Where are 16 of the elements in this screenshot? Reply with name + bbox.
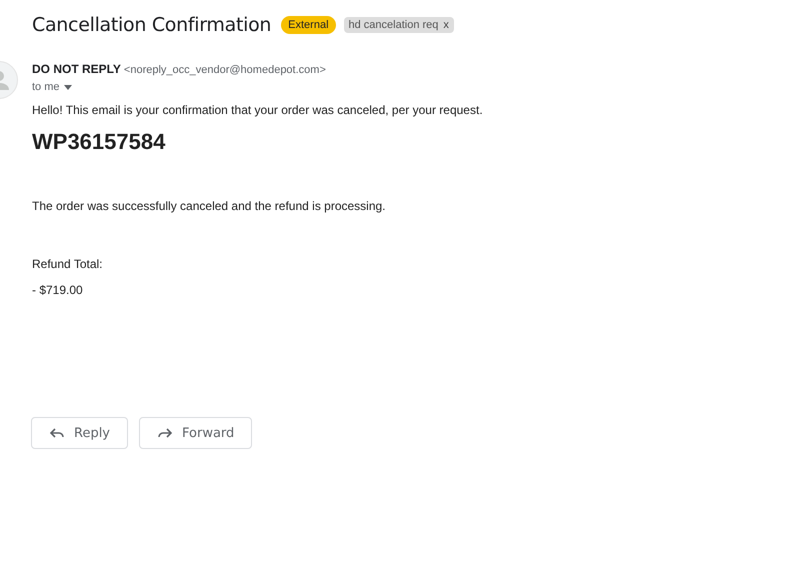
body-text: The order was successfully canceled and the refund is processing. (32, 199, 387, 213)
remove-label-button[interactable]: x (443, 19, 449, 31)
label-chip: External (281, 16, 336, 34)
body-text: Hello! This email is your confirmation that your order was canceled, per your request. (32, 103, 484, 117)
email-subject: Cancellation Confirmation (32, 14, 272, 36)
body-text: - $719.00 (32, 283, 84, 297)
sender-name: DO NOT REPLY (32, 62, 121, 76)
forward-button[interactable]: Forward (139, 417, 252, 449)
label-chip[interactable]: hd cancelation req x (344, 17, 454, 33)
label-text: hd cancelation req (348, 19, 438, 31)
recipient-dropdown[interactable]: to me (32, 81, 326, 93)
reply-button[interactable]: Reply (31, 417, 128, 449)
sender-address: <noreply_occ_vendor@homedepot.com> (124, 64, 326, 76)
order-number: WP36157584 (32, 129, 166, 155)
body-text: Refund Total: (32, 257, 104, 271)
caret-icon[interactable] (64, 84, 72, 90)
